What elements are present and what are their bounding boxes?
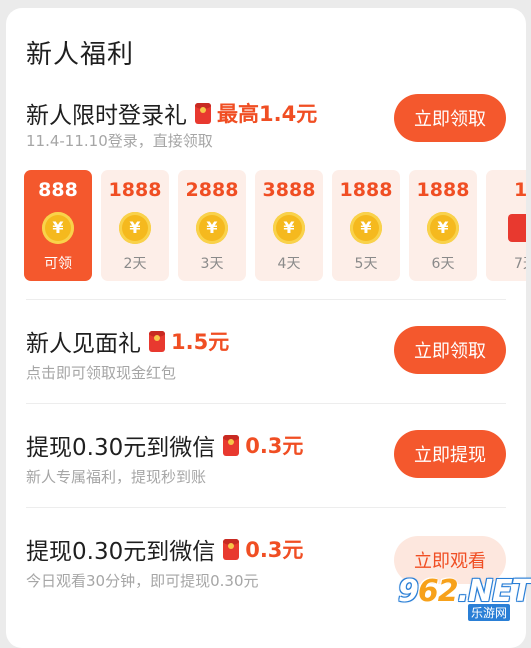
row-login-gift-title: 新人限时登录礼 最高1.4元 bbox=[26, 96, 317, 130]
section-title: 新人福利 bbox=[26, 40, 135, 70]
red-envelope-icon bbox=[195, 102, 211, 124]
row-amount: 0.3元 bbox=[245, 434, 304, 458]
watermark-text: 962.NET bbox=[398, 574, 531, 609]
coin-icon: ¥ bbox=[427, 212, 459, 244]
login-day-item[interactable]: 1888 ¥ 5天 bbox=[332, 170, 400, 281]
divider bbox=[26, 507, 506, 508]
day-label: 3天 bbox=[200, 256, 224, 272]
login-day-item[interactable]: 888 ¥ 可领 bbox=[24, 170, 92, 281]
day-label: 2天 bbox=[123, 256, 147, 272]
row-title-text: 提现0.30元到微信 bbox=[26, 435, 216, 461]
day-points: 1888 bbox=[339, 179, 393, 201]
red-envelope-icon bbox=[223, 538, 240, 560]
row-amount: 最高1.4元 bbox=[217, 102, 318, 126]
red-envelope-icon bbox=[223, 434, 240, 456]
day-label: 6天 bbox=[431, 256, 455, 272]
login-day-item[interactable]: 1888 ¥ 6天 bbox=[409, 170, 477, 281]
row-title-text: 新人见面礼 bbox=[26, 331, 141, 357]
row-subtitle: 今日观看30分钟，即可提现0.30元 bbox=[26, 572, 259, 590]
row-subtitle: 11.4-11.10登录，直接领取 bbox=[26, 132, 213, 150]
login-day-item[interactable]: 2888 ¥ 3天 bbox=[178, 170, 246, 281]
login-days-strip[interactable]: 888 ¥ 可领 1888 ¥ 2天 2888 ¥ 3天 3888 ¥ 4天 1… bbox=[24, 170, 526, 283]
day-points: 3888 bbox=[262, 179, 316, 201]
day-label: 7天 bbox=[514, 256, 526, 272]
watermark-subtext: 乐游网 bbox=[468, 604, 511, 621]
row-title-text: 新人限时登录礼 bbox=[26, 103, 187, 129]
day-points: 1888 bbox=[416, 179, 470, 201]
login-day-item[interactable]: 1 7天 bbox=[486, 170, 526, 281]
claim-login-gift-button[interactable]: 立即领取 bbox=[394, 94, 506, 142]
day-points: 2888 bbox=[185, 179, 239, 201]
row-amount: 0.3元 bbox=[245, 538, 304, 562]
day-points: 888 bbox=[38, 179, 78, 201]
row-withdraw-title: 提现0.30元到微信 0.3元 bbox=[26, 428, 303, 462]
login-day-item[interactable]: 3888 ¥ 4天 bbox=[255, 170, 323, 281]
coin-icon: ¥ bbox=[196, 212, 228, 244]
coin-icon: ¥ bbox=[273, 212, 305, 244]
divider bbox=[26, 403, 506, 404]
red-envelope-icon bbox=[149, 330, 165, 352]
claim-welcome-gift-button[interactable]: 立即领取 bbox=[394, 326, 506, 374]
coin-icon: ¥ bbox=[42, 212, 74, 244]
row-title-text: 提现0.30元到微信 bbox=[26, 539, 216, 565]
day-points: 1 bbox=[514, 179, 526, 201]
withdraw-button[interactable]: 立即提现 bbox=[394, 430, 506, 478]
red-envelope-icon bbox=[508, 214, 526, 242]
day-label: 5天 bbox=[354, 256, 378, 272]
coin-icon: ¥ bbox=[119, 212, 151, 244]
divider bbox=[26, 299, 506, 300]
row-subtitle: 新人专属福利，提现秒到账 bbox=[26, 468, 207, 486]
login-day-item[interactable]: 1888 ¥ 2天 bbox=[101, 170, 169, 281]
welfare-card: 新人福利 新人限时登录礼 最高1.4元 11.4-11.10登录，直接领取 立即… bbox=[6, 8, 526, 648]
row-watch-withdraw-title: 提现0.30元到微信 0.3元 bbox=[26, 532, 303, 566]
row-welcome-gift-title: 新人见面礼 1.5元 bbox=[26, 324, 229, 358]
site-watermark-logo: 962.NET 乐游网 bbox=[398, 574, 531, 621]
row-subtitle: 点击即可领取现金红包 bbox=[26, 364, 177, 382]
day-label: 4天 bbox=[277, 256, 301, 272]
row-amount: 1.5元 bbox=[171, 330, 230, 354]
day-label: 可领 bbox=[44, 256, 72, 272]
day-points: 1888 bbox=[108, 179, 162, 201]
coin-icon: ¥ bbox=[350, 212, 382, 244]
